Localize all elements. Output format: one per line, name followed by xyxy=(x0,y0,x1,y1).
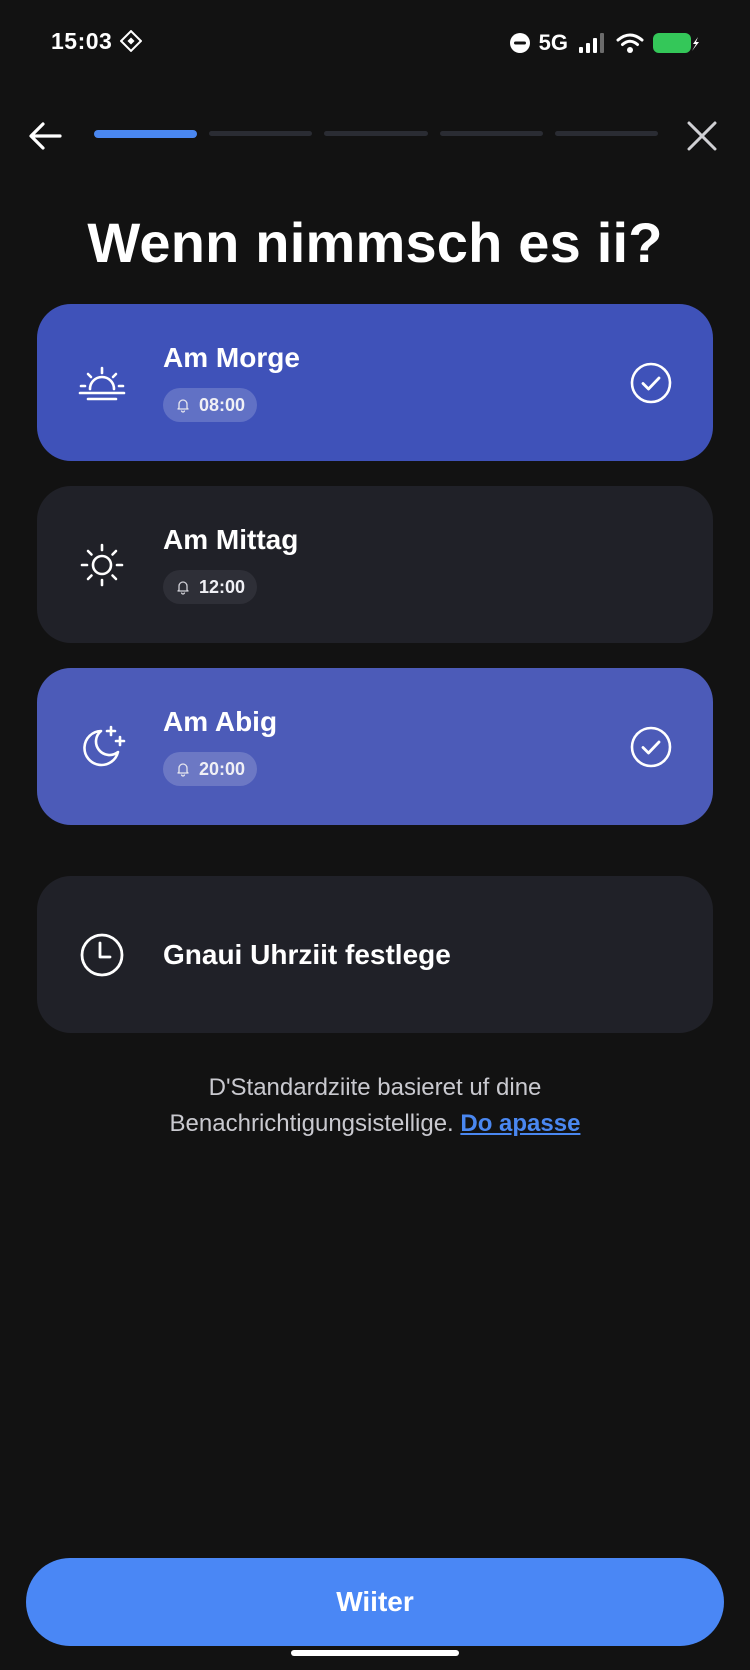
option-label: Am Mittag xyxy=(163,524,299,555)
progress-step-1 xyxy=(94,130,198,138)
hint-line-1: D'Standardziite basieret uf dine xyxy=(208,1074,542,1101)
progress-step-3 xyxy=(324,131,428,136)
continue-button[interactable]: Wiiter xyxy=(26,1558,724,1646)
option-label: Gnaui Uhrziit festlege xyxy=(163,938,451,970)
status-icons: 5G xyxy=(509,28,700,58)
status-bar: 15:03 5G xyxy=(0,0,750,86)
reminder-time: 08:00 xyxy=(199,394,246,415)
reminder-time-badge: 08:00 xyxy=(163,388,258,422)
home-indicator xyxy=(291,1650,459,1656)
progress-step-2 xyxy=(209,131,313,136)
option-label: Am Abig xyxy=(163,706,278,737)
hint-line-2-text: Benachrichtigungsistellige. xyxy=(169,1110,454,1137)
option-custom-time[interactable]: Gnaui Uhrziit festlege xyxy=(37,876,713,1033)
reminder-time-badge: 12:00 xyxy=(163,570,258,604)
reminder-time: 20:00 xyxy=(199,758,246,779)
status-time: 15:03 xyxy=(51,28,113,54)
sunrise-icon xyxy=(78,366,126,400)
hint-text: D'Standardziite basieret uf dine Benachr… xyxy=(0,1070,750,1142)
option-label: Am Morge xyxy=(163,342,300,373)
back-button[interactable] xyxy=(24,114,68,158)
option-noon[interactable]: Am Mittag 12:00 xyxy=(37,486,713,643)
clock-icon xyxy=(80,933,124,976)
adjust-settings-link[interactable]: Do apasse xyxy=(460,1110,580,1137)
option-evening[interactable]: Am Abig 20:00 xyxy=(37,668,713,825)
moon-stars-icon xyxy=(83,725,126,766)
checkmark-circle-icon xyxy=(630,362,672,403)
hint-line-2: Benachrichtigungsistellige. Do apasse xyxy=(0,1106,750,1142)
progress-indicator xyxy=(94,130,659,138)
diamond-icon xyxy=(120,30,142,52)
signal-icon xyxy=(579,33,604,53)
network-label: 5G xyxy=(538,30,568,55)
bell-icon xyxy=(177,763,189,777)
page-title: Wenn nimmsch es ii? xyxy=(87,211,663,274)
checkmark-circle-icon xyxy=(630,726,672,767)
battery-charging-icon xyxy=(653,33,699,53)
reminder-time: 12:00 xyxy=(199,576,246,597)
progress-step-4 xyxy=(439,131,543,136)
reminder-time-badge: 20:00 xyxy=(163,752,258,786)
bell-icon xyxy=(177,399,189,413)
sun-icon xyxy=(80,543,124,586)
progress-step-5 xyxy=(554,131,659,136)
screen: 15:03 5G Wenn nimmsch es ii? Am Morge 08… xyxy=(0,0,750,1670)
bell-icon xyxy=(177,581,189,595)
do-not-disturb-icon xyxy=(509,33,530,53)
option-morning[interactable]: Am Morge 08:00 xyxy=(37,304,713,461)
wifi-icon xyxy=(616,33,644,53)
close-button[interactable] xyxy=(680,114,724,158)
